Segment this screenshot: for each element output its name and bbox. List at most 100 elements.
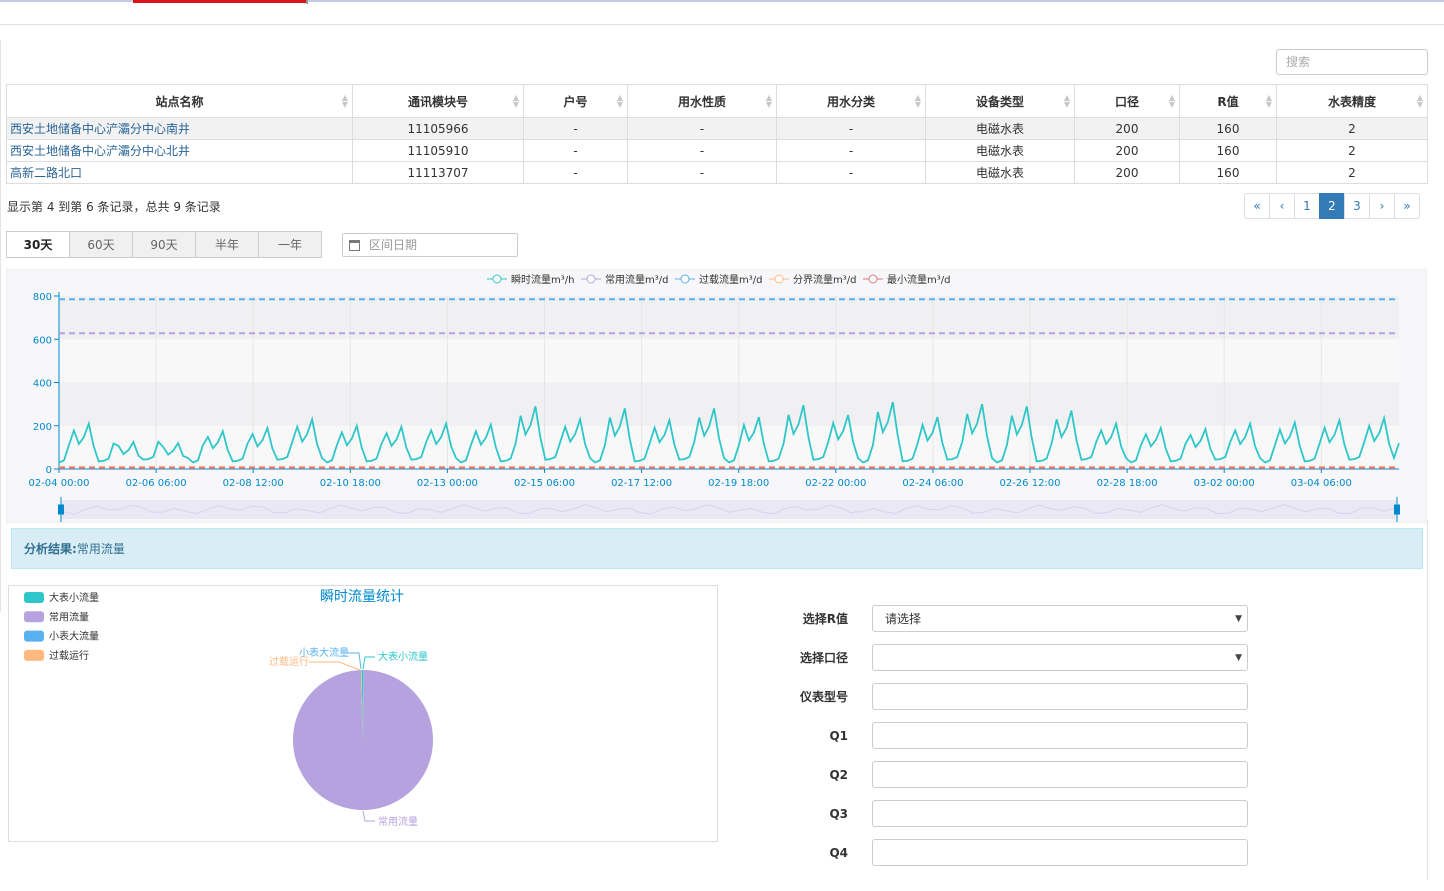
legend-marker <box>586 274 596 284</box>
q2-input[interactable] <box>872 761 1248 788</box>
range-30d-button[interactable]: 30天 <box>6 231 70 258</box>
table-row[interactable]: 西安土地储备中心浐灞分中心南井 11105966 - - - 电磁水表 200 … <box>6 117 1428 140</box>
legend-marker <box>774 274 784 284</box>
table-cell: 200 <box>1074 139 1180 162</box>
table-cell: 11113707 <box>352 161 524 184</box>
table-cell: 2 <box>1276 161 1428 184</box>
pie-legend-label: 过载运行 <box>49 649 89 662</box>
q4-row: Q4 <box>770 839 1248 866</box>
sort-icon: ▲ ▼ <box>1063 93 1070 109</box>
table-cell: - <box>523 139 628 162</box>
meter-model-input[interactable] <box>872 683 1248 710</box>
pie-label-line <box>362 656 375 670</box>
legend-item[interactable]: 分界流量m³/d <box>769 273 856 286</box>
range-90d-button[interactable]: 90天 <box>132 231 196 258</box>
active-tab-indicator[interactable] <box>133 0 306 3</box>
table-cell: 11105910 <box>352 139 524 162</box>
legend-item[interactable]: 常用流量m³/d <box>581 273 668 286</box>
q4-input[interactable] <box>872 839 1248 866</box>
site-name-link[interactable]: 高新二路北口 <box>6 161 353 184</box>
r-value-select[interactable]: 请选择 ▼ <box>872 605 1248 632</box>
column-header[interactable]: 户号 ▲ ▼ <box>523 84 628 118</box>
x-tick-label: 02-15 06:00 <box>514 478 575 489</box>
legend-label: 瞬时流量m³/h <box>511 273 574 286</box>
column-header[interactable]: 用水分类 ▲ ▼ <box>776 84 926 118</box>
pagination-page-3[interactable]: 3 <box>1344 193 1370 219</box>
r-value-selected: 请选择 <box>885 612 922 626</box>
table-cell: 160 <box>1179 139 1277 162</box>
pie-slice-label: 大表小流量 <box>378 650 428 663</box>
q1-row: Q1 <box>770 722 1248 749</box>
caliber-label: 选择口径 <box>799 651 848 665</box>
flow-pie-chart-svg: 大表小流量常用流量小表大流量过载运行瞬时流量统计小表大流量 大表小流量过载运行常用… <box>24 589 434 828</box>
x-tick-label: 02-24 06:00 <box>902 478 963 489</box>
legend-item[interactable]: 最小流量m³/d <box>863 273 950 286</box>
sort-icon: ▲ ▼ <box>1416 93 1423 109</box>
flow-line-chart[interactable]: 02-04 00:00 02-06 06:00 02-08 12:00 02-10 1… <box>6 269 1427 523</box>
legend-marker <box>868 274 878 284</box>
pagination-page-2[interactable]: 2 <box>1319 193 1345 219</box>
q2-row: Q2 <box>770 761 1248 788</box>
sort-icon: ▲ ▼ <box>914 93 921 109</box>
x-tick-label: 02-08 12:00 <box>223 478 284 489</box>
legend-item[interactable]: 过载流量m³/d <box>675 273 762 286</box>
datazoom-handle-grip[interactable] <box>58 504 64 515</box>
grid-band <box>59 339 1399 383</box>
date-range-input[interactable] <box>369 238 509 252</box>
table-cell: 160 <box>1179 117 1277 140</box>
table-cell: 160 <box>1179 161 1277 184</box>
flow-pie-chart[interactable]: 大表小流量 常用流量 小表大流量 过载运行 瞬时流量统计 小表大流量 大表小流量 过载运行 常用… <box>8 585 718 842</box>
column-header[interactable]: 站点名称 ▲ ▼ <box>6 84 353 118</box>
datazoom-handle-grip[interactable] <box>1394 504 1400 515</box>
station-table: 站点名称 ▲ ▼ 通讯模块号 ▲ ▼ 户号 ▲ ▼ 用水性质 ▲ ▼ 用水分类 ▲ ▼ 设备类型 ▲ ▼… <box>6 84 1428 184</box>
table-cell: - <box>627 139 777 162</box>
legend-item[interactable]: 瞬时流量m³/h <box>487 273 574 286</box>
legend-marker <box>680 274 690 284</box>
x-tick-label: 02-13 00:00 <box>417 478 478 489</box>
pagination-page-1[interactable]: 1 <box>1294 193 1320 219</box>
q1-input[interactable] <box>872 722 1248 749</box>
caliber-row: 选择口径 ▼ <box>770 644 1248 671</box>
q3-input[interactable] <box>872 800 1248 827</box>
site-name-link[interactable]: 西安土地储备中心浐灞分中心北井 <box>6 139 353 162</box>
range-60d-button[interactable]: 60天 <box>69 231 133 258</box>
pagination-next[interactable]: › <box>1369 193 1395 219</box>
search-input[interactable] <box>1276 49 1428 75</box>
pie-legend-swatch <box>24 611 44 623</box>
date-range-field[interactable] <box>342 233 518 257</box>
site-name-link[interactable]: 西安土地储备中心浐灞分中心南井 <box>6 117 353 140</box>
tab-divider <box>306 0 308 4</box>
pagination-prev[interactable]: ‹ <box>1269 193 1295 219</box>
pie-legend-item[interactable]: 小表大流量 <box>24 630 99 643</box>
x-tick-label: 02-19 18:00 <box>708 478 769 489</box>
range-half-year-button[interactable]: 半年 <box>195 231 259 258</box>
column-header[interactable]: 口径 ▲ ▼ <box>1074 84 1180 118</box>
datazoom-slider[interactable] <box>61 500 1397 519</box>
column-header[interactable]: 通讯模块号 ▲ ▼ <box>352 84 524 118</box>
column-header[interactable]: 设备类型 ▲ ▼ <box>925 84 1075 118</box>
y-tick-label: 200 <box>33 422 52 433</box>
pie-legend-item[interactable]: 大表小流量 <box>24 591 99 604</box>
meter-model-row: 仪表型号 <box>770 683 1248 710</box>
pagination-first[interactable]: « <box>1244 193 1270 219</box>
caliber-select[interactable]: ▼ <box>872 644 1248 671</box>
table-row[interactable]: 高新二路北口 11113707 - - - 电磁水表 200 160 2 <box>6 161 1428 184</box>
column-header[interactable]: R值 ▲ ▼ <box>1179 84 1277 118</box>
range-one-year-button[interactable]: 一年 <box>258 231 322 258</box>
column-header[interactable]: 用水性质 ▲ ▼ <box>627 84 777 118</box>
y-tick-label: 600 <box>33 335 52 346</box>
x-tick-label: 02-22 00:00 <box>805 478 866 489</box>
pie-legend-swatch <box>24 630 44 642</box>
table-cell: - <box>776 117 926 140</box>
table-cell: - <box>627 117 777 140</box>
legend-label: 分界流量m³/d <box>793 273 856 286</box>
x-tick-label: 03-02 00:00 <box>1194 478 1255 489</box>
table-row[interactable]: 西安土地储备中心浐灞分中心北井 11105910 - - - 电磁水表 200 … <box>6 139 1428 162</box>
pagination-last[interactable]: » <box>1394 193 1420 219</box>
pie-legend-item[interactable]: 常用流量 <box>24 610 89 623</box>
panel-border <box>0 40 1 612</box>
table-cell: 电磁水表 <box>925 117 1075 140</box>
table-cell: 200 <box>1074 117 1180 140</box>
pie-legend-item[interactable]: 过载运行 <box>24 649 89 662</box>
column-header[interactable]: 水表精度 ▲ ▼ <box>1276 84 1428 118</box>
